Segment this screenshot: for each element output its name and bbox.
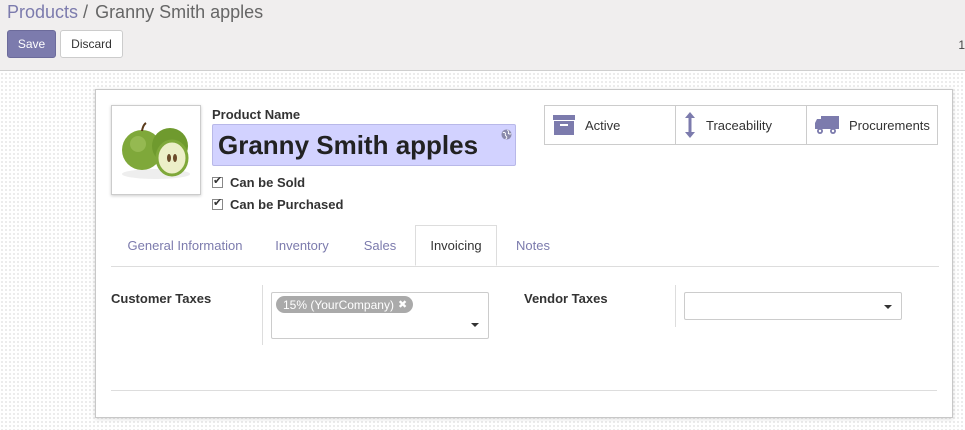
smart-button-box: Active Traceability Procurements <box>544 105 939 145</box>
tab-notes[interactable]: Notes <box>498 225 568 265</box>
active-button-label: Active <box>585 117 621 133</box>
tab-sales[interactable]: Sales <box>345 225 415 265</box>
breadcrumb-separator: / <box>83 2 89 22</box>
section-divider <box>111 390 937 391</box>
globe-translate-icon[interactable] <box>501 127 512 145</box>
active-toggle-button[interactable]: Active <box>544 105 676 145</box>
breadcrumb-products-link[interactable]: Products <box>7 2 78 22</box>
tax-tag: 15% (YourCompany) ✖ <box>276 296 414 313</box>
notebook-tabs: General Information Inventory Sales Invo… <box>111 225 939 267</box>
can-be-purchased-label: Can be Purchased <box>230 197 344 212</box>
can-be-purchased-checkbox[interactable] <box>212 196 223 210</box>
product-name-label: Product Name <box>212 107 301 122</box>
arrows-vertical-icon <box>684 112 696 138</box>
tab-general-information[interactable]: General Information <box>111 225 259 265</box>
can-be-sold-label: Can be Sold <box>230 175 306 190</box>
product-name-field[interactable]: Granny Smith apples <box>212 124 516 166</box>
product-name-value: Granny Smith apples <box>218 130 479 160</box>
tab-inventory[interactable]: Inventory <box>260 225 344 265</box>
breadcrumb-current: Granny Smith apples <box>95 2 264 22</box>
vendor-taxes-select[interactable] <box>684 292 902 320</box>
can-be-sold-row: Can be Sold <box>212 174 306 190</box>
control-panel: Products / Granny Smith apples Save Discar… <box>0 0 965 71</box>
customer-taxes-select[interactable]: 15% (YourCompany) ✖ <box>271 292 489 339</box>
apple-image-icon <box>122 122 190 179</box>
remove-tag-icon[interactable]: ✖ <box>398 298 407 311</box>
chevron-down-icon <box>884 305 892 309</box>
pager-value[interactable]: 1 <box>958 38 965 52</box>
product-image[interactable] <box>111 105 201 195</box>
form-sheet: Product Name Granny Smith apples Can be … <box>95 89 953 418</box>
archive-icon <box>553 115 575 135</box>
traceability-button[interactable]: Traceability <box>675 105 807 145</box>
traceability-button-label: Traceability <box>706 117 772 133</box>
can-be-purchased-row: Can be Purchased <box>212 196 344 212</box>
vendor-taxes-label: Vendor Taxes <box>524 291 608 306</box>
tab-invoicing[interactable]: Invoicing <box>415 225 497 266</box>
chevron-down-icon <box>471 323 479 327</box>
tax-tag-label: 15% (YourCompany) <box>283 297 394 312</box>
procurements-button[interactable]: Procurements <box>806 105 938 145</box>
can-be-sold-checkbox[interactable] <box>212 174 223 188</box>
save-button[interactable]: Save <box>7 30 56 58</box>
field-divider <box>262 285 263 345</box>
procurements-button-label: Procurements <box>849 117 930 133</box>
breadcrumb: Products / Granny Smith apples <box>7 2 263 23</box>
discard-button[interactable]: Discard <box>60 30 123 58</box>
field-divider <box>675 285 676 327</box>
customer-taxes-label: Customer Taxes <box>111 291 212 306</box>
truck-icon <box>815 116 839 134</box>
